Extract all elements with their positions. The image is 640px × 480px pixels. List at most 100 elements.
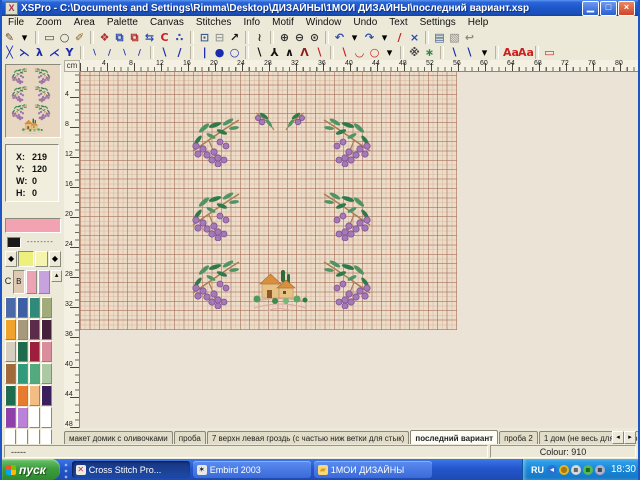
palette-swatch[interactable] [5, 407, 16, 428]
lasso-select-icon[interactable]: ○ [58, 31, 71, 44]
petite-stitch-4-icon[interactable]: ∕ [133, 46, 146, 59]
palette-swatch[interactable] [17, 319, 28, 340]
screen-preview-icon[interactable]: ⊡ [198, 31, 211, 44]
swatch-lavender[interactable] [38, 270, 50, 294]
menu-item-help[interactable]: Help [462, 17, 495, 28]
gobelin-left-icon[interactable]: ∖ [158, 46, 171, 59]
undo-dropdown[interactable]: ▾ [348, 31, 361, 44]
tray-app3-icon[interactable]: ▪ [595, 465, 605, 475]
palette-swatch[interactable] [29, 385, 40, 406]
freehand-edit-icon[interactable]: ✐ [73, 31, 86, 44]
palette-swatch[interactable] [41, 363, 52, 384]
palette-swatch[interactable] [17, 363, 28, 384]
close-button[interactable]: × [618, 1, 635, 16]
menu-item-undo[interactable]: Undo [347, 17, 383, 28]
scatter-motif-icon[interactable]: ∴ [173, 31, 186, 44]
petite-stitch-3-icon[interactable]: ∖ [118, 46, 131, 59]
menu-item-palette[interactable]: Palette [101, 17, 144, 28]
redo-dropdown[interactable]: ▾ [378, 31, 391, 44]
minimize-button[interactable]: ▁ [582, 1, 599, 16]
current-thread-color[interactable] [5, 218, 61, 233]
black-swatch[interactable] [7, 237, 21, 248]
fabric-grid[interactable] [80, 72, 457, 330]
taskbar-button[interactable]: ✶Embird 2003 [193, 461, 311, 478]
rotate-motif-icon[interactable]: C [158, 31, 171, 44]
red-backstitch-icon[interactable]: ∖ [313, 46, 326, 59]
three-quarter-stitch-icon[interactable]: λ [33, 46, 46, 59]
french-knot-icon[interactable]: ○ [228, 46, 241, 59]
petite-stitch-1-icon[interactable]: ∖ [88, 46, 101, 59]
palette-swatch[interactable] [41, 341, 52, 362]
delete-stitch-icon[interactable]: × [408, 31, 421, 44]
design-tab[interactable]: 7 верхн левая гроздь (с частью ниж ветки… [207, 431, 410, 444]
palette-swatch[interactable] [29, 407, 40, 428]
gobelin-right-icon[interactable]: ∕ [173, 46, 186, 59]
palette-swatch[interactable] [29, 363, 40, 384]
vertical-stitch-icon[interactable]: ∣ [198, 46, 211, 59]
blue-pen-1-icon[interactable]: ∖ [448, 46, 461, 59]
zoom-out-icon[interactable]: ⊖ [293, 31, 306, 44]
print-preview-icon[interactable]: ⊟ [213, 31, 226, 44]
language-indicator[interactable]: RU [531, 465, 544, 475]
swatch-b[interactable]: B [13, 270, 25, 294]
motif-library-icon[interactable]: ❖ [98, 31, 111, 44]
knot-tool-2-icon[interactable]: ∗ [423, 46, 436, 59]
zoom-in-icon[interactable]: ⊕ [278, 31, 291, 44]
palette-swatch[interactable] [29, 319, 40, 340]
half-stitch-right-icon[interactable]: ⋌ [48, 46, 61, 59]
export-image-icon[interactable]: ▧ [448, 31, 461, 44]
menu-item-motif[interactable]: Motif [266, 17, 300, 28]
backstitch-icon[interactable]: ∖ [253, 46, 266, 59]
menu-item-text[interactable]: Text [383, 17, 413, 28]
tab-scroll-right[interactable]: ▸ [624, 431, 636, 444]
menu-item-file[interactable]: File [2, 17, 30, 28]
taskbar-button[interactable]: ✕Cross Stitch Pro... [72, 461, 190, 478]
stitch-style-dashes[interactable]: -------- [27, 239, 54, 246]
menu-item-stitches[interactable]: Stitches [190, 17, 238, 28]
quarter-stitch-icon[interactable]: Y [63, 46, 76, 59]
bead-icon[interactable]: ● [213, 46, 226, 59]
mirror-motif-icon[interactable]: ⇆ [143, 31, 156, 44]
pointer-icon[interactable]: ↗ [228, 31, 241, 44]
taskbar-button[interactable]: ▰1МОИ ДИЗАЙНЫ [314, 461, 432, 478]
double-backstitch-icon[interactable]: ⅄ [268, 46, 281, 59]
palette-next-button[interactable]: ◆ [49, 251, 61, 267]
palette-swatch[interactable] [5, 341, 16, 362]
palette-swatch[interactable] [17, 385, 28, 406]
palette-swatch[interactable] [41, 407, 52, 428]
draw-tool-icon[interactable]: ✎ [3, 31, 16, 44]
tab-scroll-left[interactable]: ◂ [612, 431, 624, 444]
paste-motif-icon[interactable]: ⧉ [128, 31, 141, 44]
palette-yellow-1[interactable] [18, 251, 34, 267]
draw-tool-dropdown[interactable]: ▾ [18, 31, 31, 44]
palette-scroll-up[interactable]: ▴ [51, 270, 62, 282]
palette-swatch[interactable] [29, 297, 40, 318]
longstitch-icon[interactable]: ∧ [283, 46, 296, 59]
stitch-select-icon[interactable]: ▭ [543, 46, 556, 59]
palette-swatch[interactable] [5, 363, 16, 384]
swatch-pink[interactable] [26, 270, 38, 294]
petite-stitch-2-icon[interactable]: ∕ [103, 46, 116, 59]
full-cross-stitch-icon[interactable]: ╳ [3, 46, 16, 59]
marquee-select-icon[interactable]: ▭ [43, 31, 56, 44]
text-tool-2-icon[interactable]: Aa [518, 46, 531, 59]
palette-prev-button[interactable]: ◆ [5, 251, 17, 267]
import-image-icon[interactable]: ▤ [433, 31, 446, 44]
menu-item-info[interactable]: Info [237, 17, 266, 28]
menu-item-settings[interactable]: Settings [414, 17, 462, 28]
tray-coin-icon[interactable]: ● [559, 465, 569, 475]
menu-item-zoom[interactable]: Zoom [30, 17, 68, 28]
palette-swatch[interactable] [17, 407, 28, 428]
tray-arrow-icon[interactable]: ◂ [547, 465, 557, 475]
palette-swatch[interactable] [41, 297, 52, 318]
pen-dropdown[interactable]: ▾ [478, 46, 491, 59]
thread-icon[interactable]: ≀ [253, 31, 266, 44]
palette-swatch[interactable] [41, 385, 52, 406]
line-tool-icon[interactable]: ∕ [393, 31, 406, 44]
palette-swatch[interactable] [17, 297, 28, 318]
text-tool-icon[interactable]: Aa [503, 46, 516, 59]
tray-app2-icon[interactable]: ▪ [583, 465, 593, 475]
canvas[interactable] [80, 72, 640, 428]
tray-app1-icon[interactable]: ▪ [571, 465, 581, 475]
menu-item-area[interactable]: Area [68, 17, 101, 28]
